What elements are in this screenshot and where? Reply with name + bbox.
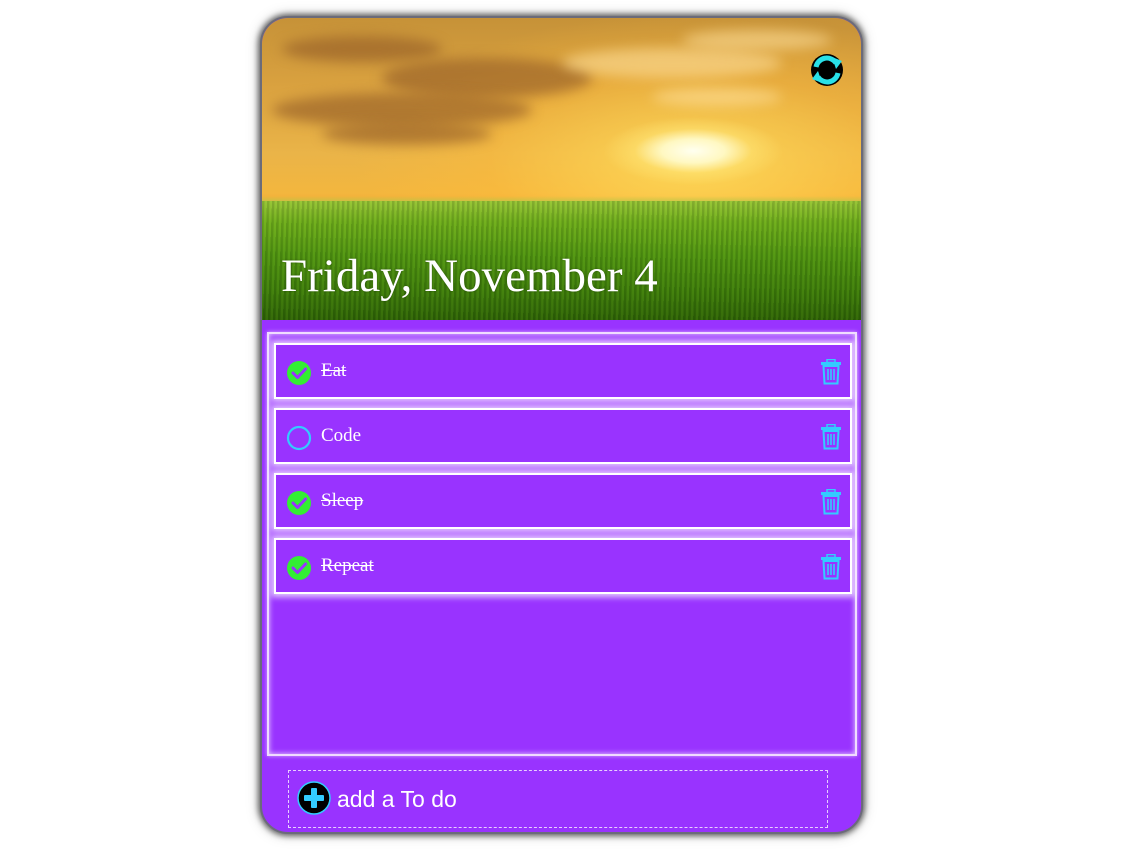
trash-icon[interactable] bbox=[820, 358, 842, 385]
trash-icon[interactable] bbox=[820, 553, 842, 580]
todo-list: Eat Code Sleep Repeat bbox=[267, 332, 857, 756]
todo-item: Eat bbox=[274, 343, 852, 399]
todo-item: Code bbox=[274, 408, 852, 464]
page-title: Friday, November 4 bbox=[281, 250, 658, 302]
todo-item: Repeat bbox=[274, 538, 852, 594]
check-done-icon[interactable] bbox=[286, 555, 312, 581]
check-done-icon[interactable] bbox=[286, 490, 312, 516]
todo-label[interactable]: Repeat bbox=[321, 540, 374, 592]
todo-card: Friday, November 4 Eat Code Sleep Repeat… bbox=[260, 16, 863, 834]
add-todo-bar bbox=[288, 770, 828, 828]
todo-label[interactable]: Eat bbox=[321, 345, 346, 397]
todo-label[interactable]: Sleep bbox=[321, 475, 363, 527]
todo-label[interactable]: Code bbox=[321, 410, 361, 462]
check-open-icon[interactable] bbox=[286, 425, 312, 451]
add-todo-input[interactable] bbox=[337, 781, 817, 817]
check-done-icon[interactable] bbox=[286, 360, 312, 386]
refresh-icon[interactable] bbox=[809, 52, 845, 88]
trash-icon[interactable] bbox=[820, 423, 842, 450]
todo-item: Sleep bbox=[274, 473, 852, 529]
plus-circle-icon[interactable] bbox=[297, 781, 331, 815]
header-image: Friday, November 4 bbox=[262, 18, 861, 320]
trash-icon[interactable] bbox=[820, 488, 842, 515]
